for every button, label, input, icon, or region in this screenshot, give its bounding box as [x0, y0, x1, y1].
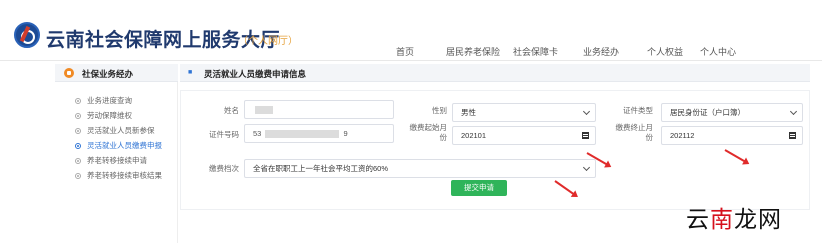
grid-icon: ■ [188, 69, 193, 76]
bullet-icon [75, 157, 81, 164]
site-logo-icon[interactable] [14, 22, 40, 48]
end-month-label: 缴费终止月份 [615, 123, 654, 142]
annotation-arrow [554, 180, 577, 197]
bullet-icon [75, 112, 81, 119]
sidebar-item-label: 劳动保障维权 [87, 111, 132, 120]
sidebar-item-label: 灵活就业人员新参保 [87, 126, 155, 135]
start-month-label: 缴费起始月份 [409, 123, 448, 142]
bullet-icon [75, 97, 81, 104]
annotation-arrow [724, 149, 749, 164]
gender-select[interactable]: 男性 [452, 103, 596, 122]
gender-label: 性别 [432, 106, 447, 115]
sidebar-item-new-enrollment[interactable]: 灵活就业人员新参保 [75, 125, 155, 136]
name-label: 姓名 [224, 106, 239, 115]
id-type-select[interactable]: 居民身份证（户口簿） [661, 103, 803, 122]
sidebar-item-label: 养老转移接续申请 [87, 156, 147, 165]
id-number-suffix: 9 [343, 129, 348, 138]
chevron-down-icon [789, 107, 798, 116]
bullet-icon [75, 127, 81, 134]
submit-button[interactable]: 提交申请 [451, 180, 507, 196]
calendar-icon[interactable] [789, 132, 796, 139]
site-subtitle: （个人网厅） [238, 36, 298, 47]
chevron-down-icon [582, 163, 591, 172]
nav-item-business[interactable]: 业务经办 [583, 45, 647, 58]
gender-value: 男性 [461, 108, 476, 117]
nav-item-home[interactable]: 首页 [396, 45, 446, 58]
chevron-down-icon [582, 107, 591, 116]
calendar-icon[interactable] [582, 132, 589, 139]
sidebar-item-payment-declaration[interactable]: 灵活就业人员缴费申报 [75, 140, 162, 151]
id-number-prefix: 53 [253, 129, 262, 138]
sidebar: 社保业务经办 业务进度查询 劳动保障维权 灵活就业人员新参保 灵活就业人员缴费申… [55, 64, 178, 243]
name-field[interactable] [244, 100, 394, 119]
nav-item-social-security-card[interactable]: 社会保障卡 [513, 45, 583, 58]
id-number-label: 证件号码 [209, 130, 239, 139]
end-month-value: 202112 [670, 131, 695, 140]
header-divider [0, 60, 822, 61]
site-header: 云南社会保障网上服务大厅 （个人网厅） 首页 居民养老保险 社会保障卡 业务经办… [0, 0, 822, 58]
sidebar-heading: 社保业务经办 [55, 64, 178, 82]
sidebar-item-progress-query[interactable]: 业务进度查询 [75, 95, 132, 106]
end-month-field[interactable]: 202112 [661, 126, 803, 145]
grade-label: 缴费档次 [209, 164, 239, 173]
nav-item-personal-rights[interactable]: 个人权益 [647, 45, 700, 58]
sidebar-heading-label: 社保业务经办 [82, 69, 134, 79]
main-heading: ■ 灵活就业人员缴费申请信息 [180, 64, 810, 82]
sidebar-item-transfer-review-result[interactable]: 养老转移接续审核结果 [75, 170, 162, 181]
bullet-icon [75, 142, 81, 149]
sidebar-item-labor-rights[interactable]: 劳动保障维权 [75, 110, 132, 121]
sidebar-item-label: 灵活就业人员缴费申报 [87, 141, 162, 150]
nav-item-resident-pension[interactable]: 居民养老保险 [446, 45, 513, 58]
watermark: 云南龙网 [686, 207, 782, 233]
social-security-icon [64, 68, 74, 78]
id-number-field[interactable]: 53 9 [244, 124, 394, 143]
sidebar-item-transfer-application[interactable]: 养老转移接续申请 [75, 155, 147, 166]
main-heading-label: 灵活就业人员缴费申请信息 [204, 69, 307, 79]
redacted-value [255, 106, 273, 115]
grade-value: 全省在职职工上一年社会平均工资的60% [253, 164, 389, 173]
grade-select[interactable]: 全省在职职工上一年社会平均工资的60% [244, 159, 596, 178]
id-type-value: 居民身份证（户口簿） [670, 108, 745, 117]
start-month-value: 202101 [461, 131, 487, 140]
nav-item-personal-center[interactable]: 个人中心 [700, 45, 750, 58]
sidebar-item-label: 业务进度查询 [87, 96, 132, 105]
redacted-value [265, 130, 340, 139]
id-type-label: 证件类型 [623, 106, 653, 115]
bullet-icon [75, 172, 81, 179]
start-month-field[interactable]: 202101 [452, 126, 596, 145]
top-nav: 首页 居民养老保险 社会保障卡 业务经办 个人权益 个人中心 [396, 45, 750, 58]
sidebar-item-label: 养老转移接续审核结果 [87, 171, 162, 180]
